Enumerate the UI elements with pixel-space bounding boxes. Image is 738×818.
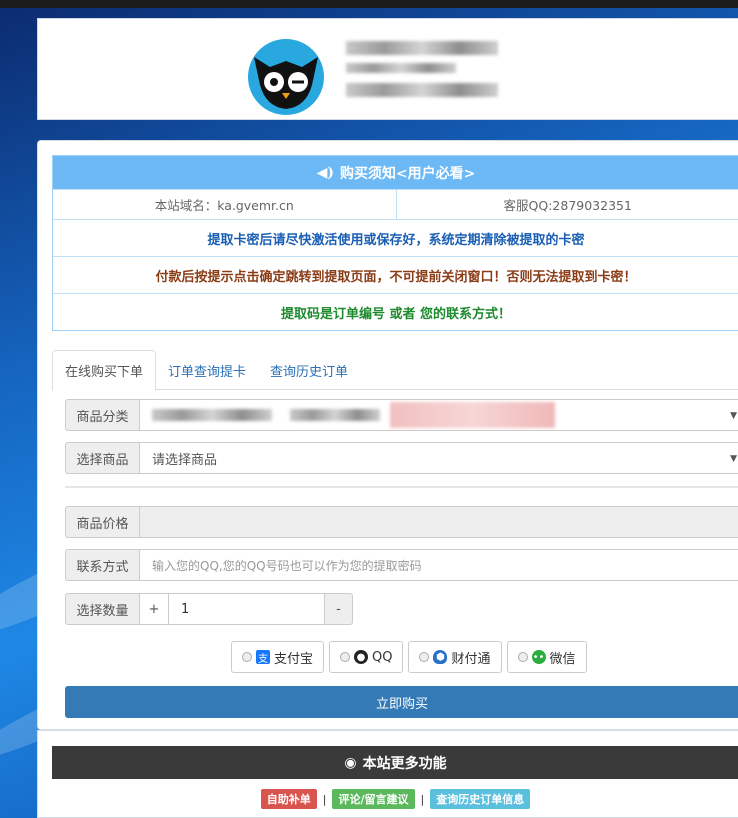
more-features-panel: ◉ 本站更多功能 自助补单 | 评论/留言建议 | 查询历史订单信息	[37, 730, 738, 818]
payment-methods: 支 支付宝 ● QQ ⬢ 财付通 •• 微信	[231, 641, 587, 673]
product-row: 选择商品 请选择商品 ▼	[65, 442, 738, 474]
wechat-icon: ••	[531, 650, 546, 664]
link-separator: |	[322, 792, 327, 806]
tab-order-query[interactable]: 订单查询提卡	[156, 350, 258, 390]
location-icon: ◉	[344, 754, 357, 771]
self-reissue-link[interactable]: 自助补单	[260, 789, 317, 809]
pay-tenpay-button[interactable]: ⬢ 财付通	[408, 641, 502, 673]
notice-header: ◀) 购买须知<用户必看>	[53, 156, 738, 189]
notice-line-3: 提取码是订单编号 或者 您的联系方式！	[53, 293, 738, 330]
price-row: 商品价格	[65, 506, 738, 538]
purchase-notice: ◀) 购买须知<用户必看> 本站域名：ka.gvemr.cn 客服QQ:2879…	[52, 155, 738, 331]
notice-line-1: 提取卡密后请尽快激活使用或保存好，系统定期清除被提取的卡密	[53, 219, 738, 256]
notice-info-row: 本站域名：ka.gvemr.cn 客服QQ:2879032351	[53, 189, 738, 219]
chevron-down-icon: ▼	[730, 454, 737, 464]
support-qq: 客服QQ:2879032351	[395, 190, 738, 219]
notice-title: 购买须知<用户必看>	[339, 165, 476, 182]
category-value-blurred	[390, 402, 555, 428]
tenpay-shield-icon: ⬢	[433, 650, 448, 664]
contact-label: 联系方式	[65, 549, 139, 581]
link-separator: |	[420, 792, 425, 806]
buy-now-button[interactable]: 立即购买	[65, 686, 738, 718]
feedback-link[interactable]: 评论/留言建议	[332, 789, 415, 809]
pay-tenpay-label: 财付通	[451, 651, 491, 667]
pay-alipay-label: 支付宝	[274, 651, 314, 667]
radio-icon	[242, 652, 252, 662]
more-features-title: 本站更多功能	[362, 755, 447, 772]
category-label: 商品分类	[65, 399, 139, 431]
contact-row: 联系方式 输入您的QQ,您的QQ号码也可以作为您的提取密码	[65, 549, 738, 581]
tab-order-history[interactable]: 查询历史订单	[258, 350, 360, 390]
purchase-panel: ◀) 购买须知<用户必看> 本站域名：ka.gvemr.cn 客服QQ:2879…	[37, 140, 738, 730]
product-select[interactable]: 请选择商品 ▼	[139, 442, 738, 474]
radio-icon	[517, 652, 528, 662]
product-value: 请选择商品	[152, 452, 218, 468]
site-name-blurred	[346, 41, 498, 55]
owl-logo-icon	[248, 39, 324, 115]
site-header	[37, 18, 738, 120]
price-field	[139, 506, 738, 538]
category-value-blurred	[152, 409, 272, 421]
quantity-minus-button[interactable]: -	[325, 593, 353, 625]
site-subtitle-blurred	[346, 63, 456, 73]
tab-buy-online[interactable]: 在线购买下单	[52, 350, 157, 391]
purchase-tabs: 在线购买下单 订单查询提卡 查询历史订单	[52, 350, 738, 391]
top-bar	[0, 0, 738, 8]
quantity-plus-button[interactable]: +	[139, 593, 169, 625]
quantity-input[interactable]: 1	[169, 593, 325, 625]
pay-wechat-button[interactable]: •• 微信	[506, 641, 587, 673]
alipay-icon: 支	[256, 650, 270, 665]
quantity-row: 选择数量 + 1 -	[65, 593, 353, 625]
contact-input[interactable]: 输入您的QQ,您的QQ号码也可以作为您的提取密码	[139, 549, 738, 581]
category-value-blurred	[290, 409, 380, 421]
site-desc-blurred	[346, 83, 498, 97]
notice-line-2: 付款后按提示点击确定跳转到提取页面，不可提前关闭窗口！否则无法提取到卡密！	[53, 256, 738, 293]
category-select[interactable]: ▼	[139, 399, 738, 431]
pay-qq-button[interactable]: ● QQ	[329, 641, 404, 673]
more-features-header: ◉ 本站更多功能	[52, 746, 738, 779]
category-row: 商品分类 ▼	[65, 399, 738, 431]
form-divider	[65, 486, 738, 488]
price-label: 商品价格	[65, 506, 139, 538]
order-history-link[interactable]: 查询历史订单信息	[430, 789, 531, 809]
quantity-label: 选择数量	[65, 593, 139, 625]
speaker-icon: ◀)	[316, 164, 334, 181]
radio-icon	[340, 652, 351, 662]
pay-qq-label: QQ	[372, 649, 393, 665]
chevron-down-icon: ▼	[730, 411, 737, 421]
pay-wechat-label: 微信	[549, 651, 576, 667]
pay-alipay-button[interactable]: 支 支付宝	[231, 641, 325, 673]
radio-icon	[419, 652, 430, 662]
qq-penguin-icon: ●	[354, 650, 369, 664]
more-features-links: 自助补单 | 评论/留言建议 | 查询历史订单信息	[52, 789, 738, 809]
contact-placeholder: 输入您的QQ,您的QQ号码也可以作为您的提取密码	[152, 558, 422, 573]
product-label: 选择商品	[65, 442, 139, 474]
site-domain: 本站域名：ka.gvemr.cn	[154, 198, 294, 213]
